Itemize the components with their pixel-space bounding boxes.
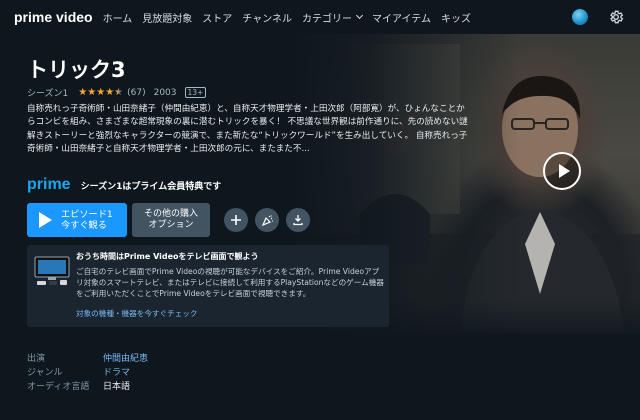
gear-icon[interactable] (608, 9, 624, 25)
download-icon (293, 215, 303, 226)
check-devices-link[interactable]: 対象の機種・機器を今すぐチェック (76, 308, 198, 319)
more-line2: オプション (148, 220, 194, 230)
trailer-play-button[interactable] (543, 152, 581, 190)
star-icon: ★ (105, 86, 115, 98)
star-icon: ★ (87, 86, 97, 98)
nav-kids[interactable]: キッズ (441, 10, 471, 25)
show-title: トリック3 (27, 58, 126, 82)
show-meta: シーズン1 ★ ★ ★ ★ ★ (67) 2003 13+ (27, 86, 207, 99)
more-purchase-options-button[interactable]: その他の購入 オプション (132, 203, 210, 237)
detail-row-cast: 出演 仲間由紀恵 (27, 352, 148, 366)
nav-store[interactable]: ストア (202, 10, 232, 25)
detail-value-cast[interactable]: 仲間由紀恵 (103, 352, 148, 366)
detail-row-audio: オーディオ言語 日本語 (27, 380, 148, 394)
tv-promo-box: おうち時間はPrime Videoをテレビ画面で観よう ご自宅のテレビ画面でPr… (27, 245, 389, 327)
nav-free-to-watch[interactable]: 見放題対象 (142, 10, 192, 25)
synopsis: 自称売れっ子奇術師・山田奈緒子（仲間由紀恵）と、自称天才物理学者・上田次郎（阿部… (27, 104, 468, 155)
top-nav: prime video ホーム 見放題対象 ストア チャンネル カテゴリー マイ… (0, 0, 640, 34)
play-line2: 今すぐ観る (61, 220, 107, 231)
plus-icon (231, 215, 241, 225)
prime-benefit-text: シーズン1はプライム会員特典です (80, 181, 222, 192)
watch-party-icon (261, 214, 273, 226)
add-to-watchlist-button[interactable] (224, 208, 248, 232)
more-line1: その他の購入 (143, 209, 198, 219)
nav-my-items[interactable]: マイアイテム (372, 10, 431, 25)
star-rating: ★ ★ ★ ★ ★ (78, 86, 124, 98)
nav-home[interactable]: ホーム (103, 10, 133, 25)
more-options-label: その他の購入 オプション (144, 209, 198, 231)
star-icon: ★ (96, 86, 106, 98)
nav-links: ホーム 見放題対象 ストア チャンネル カテゴリー マイアイテム キッズ (103, 10, 481, 25)
detail-value-audio: 日本語 (103, 382, 131, 392)
prime-video-logo[interactable]: prime video (14, 9, 93, 25)
tv-devices-icon (34, 256, 70, 285)
promo-title: おうち時間はPrime Videoをテレビ画面で観よう (76, 252, 259, 261)
nav-channels[interactable]: チャンネル (242, 10, 292, 25)
detail-value-genre[interactable]: ドラマ (103, 366, 130, 380)
details-list: 出演 仲間由紀恵 ジャンル ドラマ オーディオ言語 日本語 (27, 352, 148, 394)
play-episode-button[interactable]: エピソード1 今すぐ観る (27, 203, 127, 237)
review-count[interactable]: (67) (127, 88, 145, 98)
user-avatar-icon[interactable] (572, 9, 588, 25)
play-line1: エピソード1 (61, 209, 113, 220)
watch-party-button[interactable] (255, 208, 279, 232)
download-button[interactable] (286, 208, 310, 232)
play-icon (39, 212, 52, 228)
season-label[interactable]: シーズン1 (27, 86, 68, 99)
detail-key: オーディオ言語 (27, 382, 90, 392)
play-episode-label: エピソード1 今すぐ観る (61, 209, 113, 231)
prime-logo: prime (27, 176, 71, 193)
detail-row-genre: ジャンル ドラマ (27, 366, 148, 380)
star-icon: ★ (114, 86, 124, 98)
age-rating-badge: 13+ (184, 87, 207, 98)
promo-text: ご自宅のテレビ画面でPrime Videoの視聴が可能なデバイスをご紹介。Pri… (76, 267, 384, 299)
chevron-down-icon (355, 11, 364, 20)
prime-benefit-row: prime シーズン1はプライム会員特典です (27, 176, 221, 194)
star-icon: ★ (78, 86, 88, 98)
detail-key: ジャンル (27, 368, 63, 378)
nav-categories-label: カテゴリー (302, 13, 352, 25)
release-year: 2003 (153, 87, 177, 98)
detail-key: 出演 (27, 354, 46, 364)
nav-categories[interactable]: カテゴリー (302, 10, 364, 25)
